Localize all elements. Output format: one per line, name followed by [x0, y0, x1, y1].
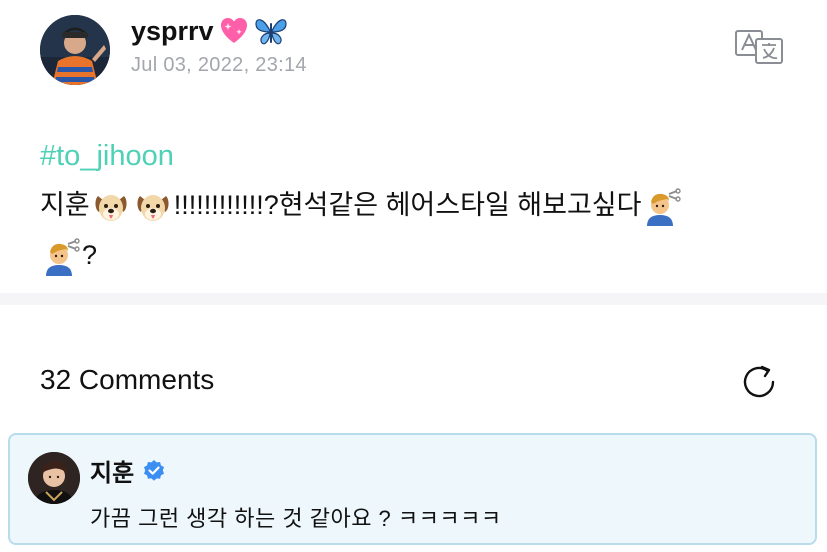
post-timestamp: Jul 03, 2022, 23:14: [131, 54, 307, 76]
section-divider: [0, 293, 827, 305]
man-getting-haircut-icon: [46, 238, 80, 276]
post-author-avatar[interactable]: [40, 15, 110, 85]
refresh-icon: [743, 365, 775, 398]
post-page: ysprrv Jul 03, 2022, 23:14 #to_jihoon 지훈: [0, 0, 827, 552]
comments-count: 32 Comments: [40, 364, 215, 395]
comment-text: 가끔 그런 생각 하는 것 같아요 ? ㅋㅋㅋㅋㅋ: [90, 506, 502, 531]
post-body-name: 지훈: [40, 190, 90, 220]
man-getting-haircut-icon: [647, 188, 682, 226]
verified-badge-icon: [144, 459, 165, 481]
post-body-end: ?: [82, 240, 98, 270]
username-text: ysprrv: [131, 15, 214, 46]
dog-face-icon: [95, 194, 127, 221]
translate-button[interactable]: [733, 28, 785, 66]
comment-author-avatar[interactable]: [28, 452, 80, 504]
sparkling-heart-icon: [220, 18, 247, 43]
post-body-text: !!!!!!!!!!!!?현석같은 헤어스타일 해보고싶다: [173, 190, 642, 220]
comment-author[interactable]: 지훈: [90, 453, 166, 488]
post-hashtag[interactable]: #to_jihoon: [40, 140, 174, 173]
translate-icon: [735, 30, 783, 64]
butterfly-icon: [254, 19, 287, 45]
comment-author-name: 지훈: [90, 460, 135, 487]
post-body: 지훈 !!!!!!!!!!!!?현석같은 헤어스타일 해보고싶다 ?: [40, 180, 800, 280]
comment-card[interactable]: 지훈 가끔 그런 생각 하는 것 같아요 ? ㅋㅋㅋㅋㅋ: [8, 433, 817, 545]
dog-face-icon: [137, 194, 169, 221]
post-author-username[interactable]: ysprrv: [131, 14, 288, 48]
refresh-button[interactable]: [740, 362, 780, 402]
